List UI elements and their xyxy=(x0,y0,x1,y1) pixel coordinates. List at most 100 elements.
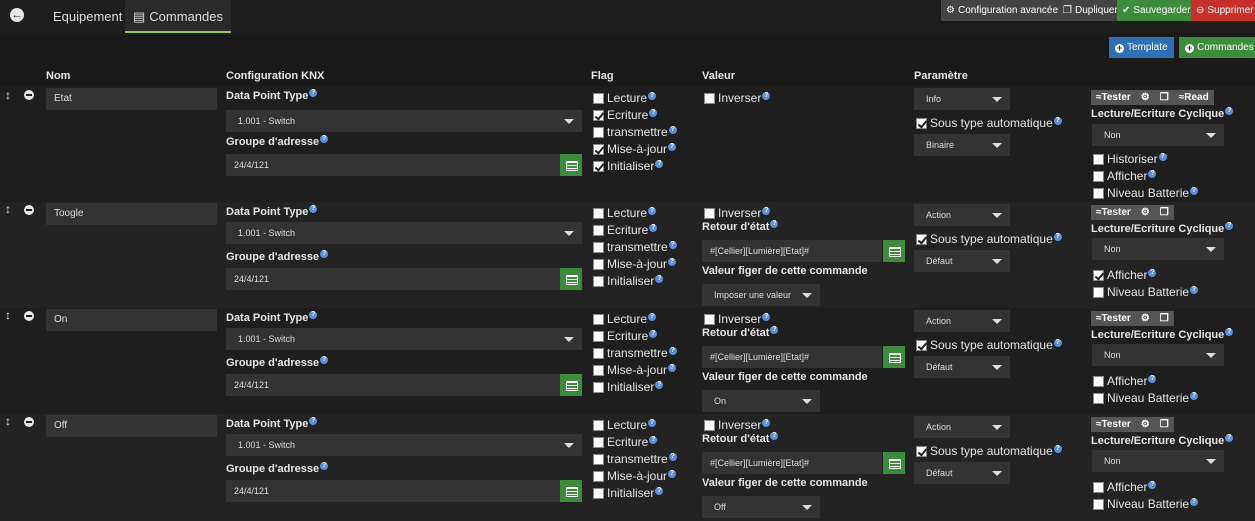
historiser-checkbox[interactable]: Historiser? xyxy=(1093,152,1167,166)
drag-handle-icon[interactable]: ↕ xyxy=(5,88,11,102)
back-arrow-icon[interactable]: ← xyxy=(10,8,24,22)
list-icon[interactable] xyxy=(560,374,582,396)
type-select[interactable]: Action xyxy=(914,310,1010,332)
list-icon[interactable] xyxy=(883,452,905,474)
soustype-checkbox[interactable]: Sous type automatique? xyxy=(916,338,1062,352)
name-input[interactable]: Off xyxy=(46,415,217,437)
read-button[interactable]: ≈Read xyxy=(1174,90,1214,105)
inverser-checkbox[interactable]: Inverser? xyxy=(704,312,771,326)
cyclique-select[interactable]: Non xyxy=(1092,238,1224,260)
afficher-checkbox[interactable]: Afficher? xyxy=(1093,268,1157,282)
save-button[interactable]: ✔ Sauvegarder xyxy=(1117,0,1196,21)
batterie-checkbox[interactable]: Niveau Batterie? xyxy=(1093,391,1199,405)
flag-lecture[interactable]: Lecture? xyxy=(593,91,657,105)
batterie-checkbox[interactable]: Niveau Batterie? xyxy=(1093,285,1199,299)
dpt-select[interactable]: 1.001 - Switch xyxy=(226,434,582,456)
tester-button[interactable]: ≈Tester xyxy=(1091,205,1136,220)
batterie-checkbox[interactable]: Niveau Batterie? xyxy=(1093,497,1199,511)
flag-transmettre[interactable]: transmettre? xyxy=(593,240,677,254)
cyclique-select[interactable]: Non xyxy=(1092,450,1224,472)
type-select[interactable]: Action xyxy=(914,204,1010,226)
flag-ecriture[interactable]: Ecriture? xyxy=(593,108,658,122)
groupe-input[interactable]: 24/4/121 xyxy=(226,480,560,502)
add-command-button[interactable]: + Commandes xyxy=(1179,37,1255,58)
soustype-checkbox[interactable]: Sous type automatique? xyxy=(916,232,1062,246)
tab-commandes[interactable]: ▤ Commandes xyxy=(125,0,231,33)
flag-mise-a-jour[interactable]: Mise-à-jour? xyxy=(593,363,677,377)
figer-select[interactable]: On xyxy=(702,390,820,412)
cyclique-select[interactable]: Non xyxy=(1092,344,1224,366)
copy-icon[interactable]: ❐ xyxy=(1155,205,1174,220)
afficher-checkbox[interactable]: Afficher? xyxy=(1093,374,1157,388)
type-select[interactable]: Info xyxy=(914,88,1010,110)
drag-handle-icon[interactable]: ↕ xyxy=(5,308,11,322)
gears-icon[interactable]: ⚙ xyxy=(1136,417,1155,432)
retour-input[interactable]: #[Cellier][Lumière][Etat]# xyxy=(702,452,882,474)
tester-button[interactable]: ≈Tester xyxy=(1091,90,1136,105)
list-icon[interactable] xyxy=(883,346,905,368)
flag-transmettre[interactable]: transmettre? xyxy=(593,452,677,466)
copy-icon[interactable]: ❐ xyxy=(1155,417,1174,432)
subtype-select[interactable]: Défaut xyxy=(914,462,1010,484)
name-input[interactable]: On xyxy=(46,309,217,331)
flag-ecriture[interactable]: Ecriture? xyxy=(593,329,658,343)
remove-icon[interactable] xyxy=(24,311,34,321)
gears-icon[interactable]: ⚙ xyxy=(1136,90,1155,105)
flag-transmettre[interactable]: transmettre? xyxy=(593,125,677,139)
list-icon[interactable] xyxy=(883,240,905,262)
drag-handle-icon[interactable]: ↕ xyxy=(5,414,11,428)
flag-mise-a-jour[interactable]: Mise-à-jour? xyxy=(593,142,677,156)
batterie-checkbox[interactable]: Niveau Batterie? xyxy=(1093,186,1199,200)
flag-mise-a-jour[interactable]: Mise-à-jour? xyxy=(593,469,677,483)
name-input[interactable]: Etat xyxy=(46,88,217,110)
gears-icon[interactable]: ⚙ xyxy=(1136,311,1155,326)
remove-icon[interactable] xyxy=(24,205,34,215)
list-icon[interactable] xyxy=(560,480,582,502)
afficher-checkbox[interactable]: Afficher? xyxy=(1093,169,1157,183)
drag-handle-icon[interactable]: ↕ xyxy=(5,202,11,216)
template-button[interactable]: + Template xyxy=(1109,37,1174,58)
flag-initialiser[interactable]: Initialiser? xyxy=(593,380,664,394)
duplicate-button[interactable]: ❐ Dupliquer xyxy=(1058,0,1123,21)
afficher-checkbox[interactable]: Afficher? xyxy=(1093,480,1157,494)
inverser-checkbox[interactable]: Inverser? xyxy=(704,206,771,220)
flag-lecture[interactable]: Lecture? xyxy=(593,312,657,326)
remove-icon[interactable] xyxy=(24,90,34,100)
name-input[interactable]: Toogle xyxy=(46,203,217,225)
groupe-input[interactable]: 24/4/121 xyxy=(226,374,560,396)
flag-transmettre[interactable]: transmettre? xyxy=(593,346,677,360)
flag-initialiser[interactable]: Initialiser? xyxy=(593,159,664,173)
gears-icon[interactable]: ⚙ xyxy=(1136,205,1155,220)
tester-button[interactable]: ≈Tester xyxy=(1091,417,1136,432)
flag-lecture[interactable]: Lecture? xyxy=(593,418,657,432)
flag-ecriture[interactable]: Ecriture? xyxy=(593,435,658,449)
dpt-select[interactable]: 1.001 - Switch xyxy=(226,222,582,244)
copy-icon[interactable]: ❐ xyxy=(1155,90,1174,105)
subtype-select[interactable]: Binaire xyxy=(914,134,1010,156)
copy-icon[interactable]: ❐ xyxy=(1155,311,1174,326)
delete-button[interactable]: ⊖ Supprimer xyxy=(1191,0,1255,21)
tester-button[interactable]: ≈Tester xyxy=(1091,311,1136,326)
groupe-input[interactable]: 24/4/121 xyxy=(226,154,560,176)
retour-input[interactable]: #[Cellier][Lumière][Etat]# xyxy=(702,240,882,262)
figer-select[interactable]: Imposer une valeur xyxy=(702,284,820,306)
cyclique-select[interactable]: Non xyxy=(1092,124,1224,146)
list-icon[interactable] xyxy=(560,154,582,176)
tab-equipement[interactable]: Equipement xyxy=(45,0,130,33)
subtype-select[interactable]: Défaut xyxy=(914,250,1010,272)
type-select[interactable]: Action xyxy=(914,416,1010,438)
soustype-checkbox[interactable]: Sous type automatique? xyxy=(916,444,1062,458)
inverser-checkbox[interactable]: Inverser? xyxy=(704,91,771,105)
advanced-config-button[interactable]: ⚙ Configuration avancée xyxy=(941,0,1064,21)
flag-mise-a-jour[interactable]: Mise-à-jour? xyxy=(593,257,677,271)
retour-input[interactable]: #[Cellier][Lumière][Etat]# xyxy=(702,346,882,368)
figer-select[interactable]: Off xyxy=(702,496,820,518)
remove-icon[interactable] xyxy=(24,417,34,427)
flag-ecriture[interactable]: Ecriture? xyxy=(593,223,658,237)
flag-lecture[interactable]: Lecture? xyxy=(593,206,657,220)
dpt-select[interactable]: 1.001 - Switch xyxy=(226,328,582,350)
subtype-select[interactable]: Défaut xyxy=(914,356,1010,378)
inverser-checkbox[interactable]: Inverser? xyxy=(704,418,771,432)
flag-initialiser[interactable]: Initialiser? xyxy=(593,274,664,288)
soustype-checkbox[interactable]: Sous type automatique? xyxy=(916,116,1062,130)
